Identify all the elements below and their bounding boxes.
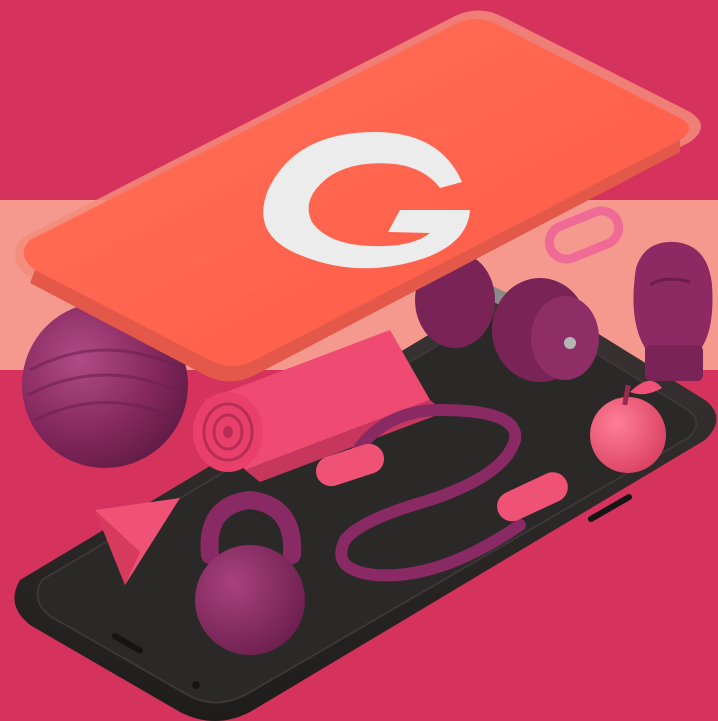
fitness-phone-illustration: G	[0, 0, 718, 721]
boxing-glove-icon	[633, 241, 713, 381]
